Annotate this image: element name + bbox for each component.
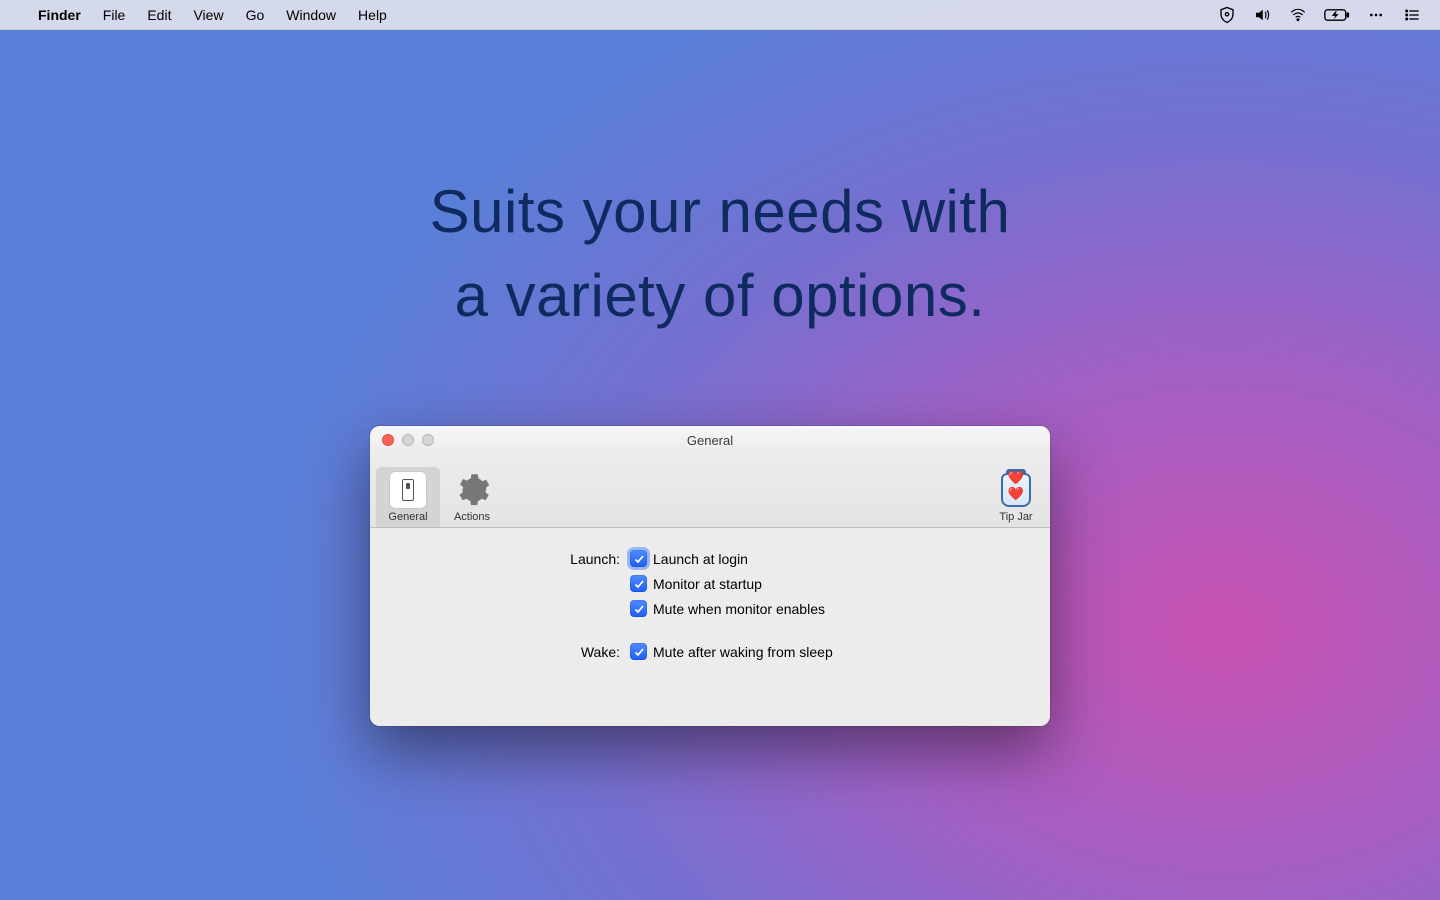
wake-group-label: Wake: <box>400 643 630 660</box>
menubar-view[interactable]: View <box>193 7 223 23</box>
checkbox-icon <box>630 575 647 592</box>
list-icon[interactable] <box>1402 7 1422 23</box>
menubar-window[interactable]: Window <box>286 7 336 23</box>
zoom-button[interactable] <box>422 434 434 446</box>
option-monitor-at-startup[interactable]: Monitor at startup <box>630 575 825 592</box>
volume-icon[interactable] <box>1252 6 1272 24</box>
option-label: Monitor at startup <box>653 576 762 592</box>
shield-icon[interactable] <box>1218 6 1236 24</box>
option-label: Mute after waking from sleep <box>653 644 833 660</box>
menubar-file[interactable]: File <box>103 7 126 23</box>
tipjar-icon: ❤️❤️ <box>997 471 1035 509</box>
switch-icon <box>389 471 427 509</box>
menubar-help[interactable]: Help <box>358 7 387 23</box>
battery-charging-icon[interactable] <box>1324 7 1350 23</box>
wifi-icon[interactable] <box>1288 7 1308 23</box>
tab-general[interactable]: General <box>376 467 440 527</box>
gear-icon <box>453 471 491 509</box>
window-title: General <box>687 433 733 448</box>
option-label: Launch at login <box>653 551 748 567</box>
tab-tipjar[interactable]: ❤️❤️ Tip Jar <box>988 467 1044 527</box>
launch-group-label: Launch: <box>400 550 630 567</box>
option-mute-after-wake[interactable]: Mute after waking from sleep <box>630 643 833 660</box>
preferences-window: General General Actions ❤️❤️ Tip Jar Lau… <box>370 426 1050 726</box>
headline-line-2: a variety of options. <box>0 254 1440 338</box>
tab-actions-label: Actions <box>454 511 490 523</box>
minimize-button[interactable] <box>402 434 414 446</box>
option-launch-at-login[interactable]: Launch at login <box>630 550 825 567</box>
checkbox-icon <box>630 643 647 660</box>
preferences-toolbar: General Actions ❤️❤️ Tip Jar <box>370 454 1050 528</box>
menubar: Finder File Edit View Go Window Help <box>0 0 1440 30</box>
tab-tipjar-label: Tip Jar <box>999 511 1032 523</box>
tab-general-label: General <box>388 511 427 523</box>
checkbox-icon <box>630 600 647 617</box>
more-icon[interactable] <box>1366 7 1386 23</box>
menubar-edit[interactable]: Edit <box>147 7 171 23</box>
menubar-app[interactable]: Finder <box>38 7 81 23</box>
checkbox-icon <box>630 550 647 567</box>
menubar-go[interactable]: Go <box>246 7 265 23</box>
tab-actions[interactable]: Actions <box>440 467 504 527</box>
preferences-content: Launch: Launch at login Monitor at start… <box>370 528 1050 726</box>
traffic-lights <box>382 434 434 446</box>
promo-headline: Suits your needs with a variety of optio… <box>0 170 1440 338</box>
option-mute-when-monitor[interactable]: Mute when monitor enables <box>630 600 825 617</box>
window-titlebar[interactable]: General <box>370 426 1050 454</box>
close-button[interactable] <box>382 434 394 446</box>
headline-line-1: Suits your needs with <box>0 170 1440 254</box>
option-label: Mute when monitor enables <box>653 601 825 617</box>
